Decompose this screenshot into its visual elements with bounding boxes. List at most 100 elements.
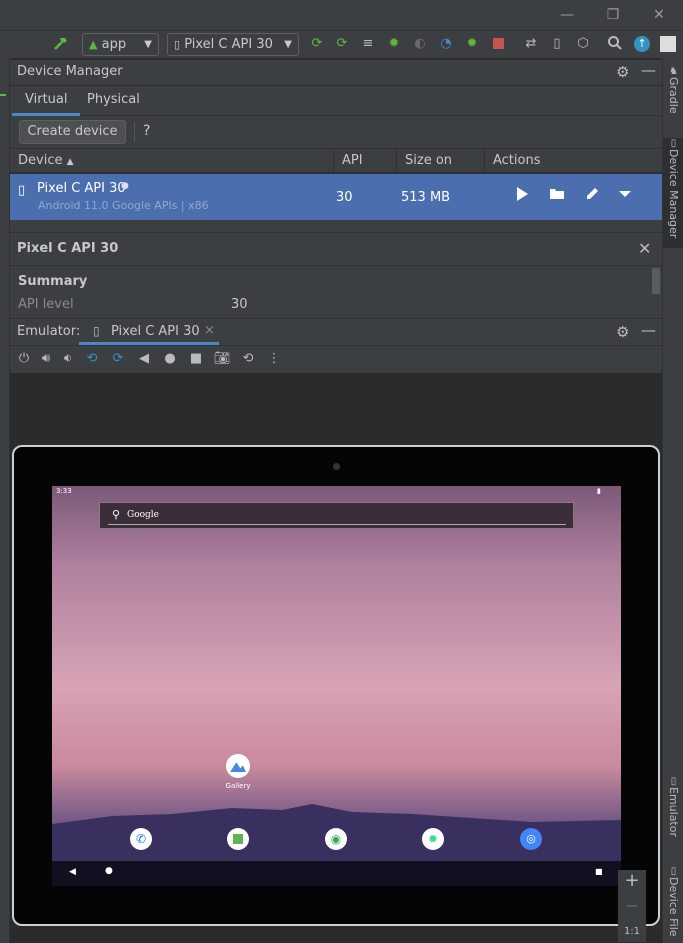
status-time: 3:33 <box>56 487 72 495</box>
run-config-dropdown[interactable]: ▲ app ▼ <box>82 33 159 56</box>
back-icon[interactable]: ◀ <box>135 350 153 368</box>
sidebar-item-device-file[interactable]: ▯ Device File <box>663 866 683 943</box>
emulator-header: Emulator: ▯ Pixel C API 30 × ⚙ — <box>10 318 662 345</box>
gradle-icon: ♞ <box>668 66 679 77</box>
run-config-label: app <box>101 37 127 52</box>
more-dropdown-icon[interactable] <box>618 190 632 198</box>
emulator-device-tab[interactable]: ▯ Pixel C API 30 × <box>79 319 219 345</box>
phone-app-icon[interactable]: ✆ <box>130 828 152 850</box>
main-toolbar: ▲ app ▼ ▯ Pixel C API 30 ▼ ⟳ ⟳ ≡ ✹ ◐ ◔ ✹… <box>0 30 683 58</box>
tab-virtual[interactable]: Virtual <box>12 86 81 116</box>
tab-physical[interactable]: Physical <box>74 86 153 116</box>
stop-icon[interactable] <box>489 35 507 53</box>
minimize-button[interactable]: — <box>557 5 577 25</box>
launch-play-icon[interactable] <box>515 186 529 202</box>
debug-icon[interactable]: ✹ <box>385 35 403 53</box>
apply-changes-icon[interactable]: ⟳ <box>308 35 326 53</box>
zoom-controls: + − 1:1 <box>618 870 646 942</box>
power-icon[interactable]: ⏻ <box>15 350 33 368</box>
folder-icon[interactable] <box>549 187 565 201</box>
gallery-app-label: Gallery <box>225 782 251 790</box>
nav-recents-icon[interactable]: ■ <box>595 867 603 876</box>
table-row[interactable]: ▯ Pixel C API 30 ● Android 11.0 Google A… <box>10 174 662 220</box>
nav-back-icon[interactable]: ◀ <box>69 867 76 877</box>
gallery-app-icon[interactable] <box>226 754 250 778</box>
account-icon[interactable] <box>659 35 677 53</box>
device-actions-bar: Create device ? <box>10 116 662 148</box>
snapshot-icon[interactable]: ⟲ <box>239 350 257 368</box>
rotate-left-icon[interactable]: ⟲ <box>83 350 101 368</box>
attach-debugger-icon[interactable]: ◐ <box>411 35 429 53</box>
debug-attach-icon[interactable]: ✹ <box>463 35 481 53</box>
device-manager-header: Device Manager ⚙ — <box>10 60 662 85</box>
camera-icon[interactable]: 📷︎ <box>213 350 231 368</box>
android-app-icon[interactable]: ✹ <box>422 828 444 850</box>
edit-pencil-icon[interactable] <box>584 186 600 202</box>
zoom-out-button[interactable]: − <box>618 896 646 915</box>
search-underline <box>108 524 566 525</box>
device-manager-icon: ▯ <box>668 138 679 149</box>
rotate-right-icon[interactable]: ⟳ <box>109 350 127 368</box>
android-icon: ▲ <box>89 38 98 51</box>
volume-up-icon[interactable]: 🔊︎ <box>37 350 55 368</box>
logcat-icon[interactable]: ≡ <box>359 35 377 53</box>
device-dropdown[interactable]: ▯ Pixel C API 30 ▼ <box>167 33 299 56</box>
sort-ascending-icon: ▲ <box>66 157 74 167</box>
front-camera-icon <box>333 463 340 470</box>
android-screen[interactable]: 3:33 ▮ ⚲ Google Gallery ✆ ◉ ✹ ◎ ◀ ● ■ <box>52 486 621 886</box>
sidebar-item-label: Gradle <box>667 77 680 114</box>
restore-button[interactable]: ❐ <box>603 5 623 25</box>
create-device-button[interactable]: Create device <box>19 120 126 144</box>
device-icon: ▯ <box>18 183 26 198</box>
table-spacer <box>10 220 662 232</box>
column-device[interactable]: Device ▲ <box>10 149 334 173</box>
sync-gradle-icon[interactable]: ⇄ <box>522 35 540 53</box>
profile-icon[interactable]: ◔ <box>437 35 455 53</box>
zoom-ratio-button[interactable]: 1:1 <box>618 926 646 937</box>
device-manager-icon[interactable]: ▯ <box>548 35 566 53</box>
hide-panel-icon[interactable]: — <box>641 61 656 79</box>
maps-app-icon[interactable]: ◉ <box>325 828 347 850</box>
update-icon[interactable]: ↑ <box>633 35 651 53</box>
sdk-manager-icon[interactable]: ⬡ <box>574 35 592 53</box>
zoom-in-button[interactable]: + <box>618 870 646 891</box>
nav-home-icon[interactable]: ● <box>105 866 113 876</box>
home-icon[interactable]: ● <box>161 350 179 368</box>
column-size[interactable]: Size on Disk <box>397 149 485 192</box>
column-device-label: Device <box>18 153 63 168</box>
device-file-icon: ▯ <box>668 866 679 877</box>
gear-icon[interactable]: ⚙ <box>616 323 629 341</box>
emulator-tab-close-icon[interactable]: × <box>204 323 215 338</box>
emulator-tab-label: Pixel C API 30 <box>111 324 200 339</box>
device-icon: ▯ <box>174 38 181 51</box>
summary-heading: Summary <box>18 274 88 289</box>
device-manager-title: Device Manager <box>17 64 123 79</box>
details-scrollbar[interactable] <box>652 268 660 294</box>
overview-icon[interactable]: ■ <box>187 350 205 368</box>
camera-app-icon[interactable]: ◎ <box>520 828 542 850</box>
emulator-label: Emulator: <box>17 324 81 339</box>
search-icon[interactable] <box>607 35 625 53</box>
device-subtitle: Android 11.0 Google APIs | x86 <box>38 199 209 212</box>
gear-icon[interactable]: ⚙ <box>616 63 629 81</box>
hide-panel-icon[interactable]: — <box>641 321 656 339</box>
messages-app-icon[interactable] <box>227 828 249 850</box>
android-nav-bar: ◀ ● ■ <box>52 861 621 886</box>
emulator-display-area: 3:33 ▮ ⚲ Google Gallery ✆ ◉ ✹ ◎ ◀ ● ■ + … <box>10 373 662 943</box>
sidebar-item-device-manager[interactable]: ▯ Device Manager <box>663 138 683 248</box>
details-panel: Summary API level 30 <box>10 266 662 318</box>
sidebar-item-emulator[interactable]: ▯ Emulator <box>663 776 683 846</box>
sidebar-item-gradle[interactable]: ♞ Gradle <box>663 66 683 126</box>
help-icon[interactable]: ? <box>143 123 150 139</box>
hammer-build-icon[interactable] <box>52 35 70 53</box>
close-window-button[interactable]: ✕ <box>649 5 669 25</box>
more-options-icon[interactable]: ⋮ <box>265 350 283 368</box>
column-api[interactable]: API <box>334 149 397 173</box>
battery-icon: ▮ <box>597 487 601 495</box>
close-icon[interactable]: ✕ <box>638 239 651 258</box>
apply-code-changes-icon[interactable]: ⟳ <box>333 35 351 53</box>
volume-down-icon[interactable]: 🔉︎ <box>59 350 77 368</box>
google-search-bar[interactable]: ⚲ Google <box>99 502 574 529</box>
sidebar-item-label: Emulator <box>667 787 680 837</box>
title-bar: — ❐ ✕ <box>0 0 683 30</box>
